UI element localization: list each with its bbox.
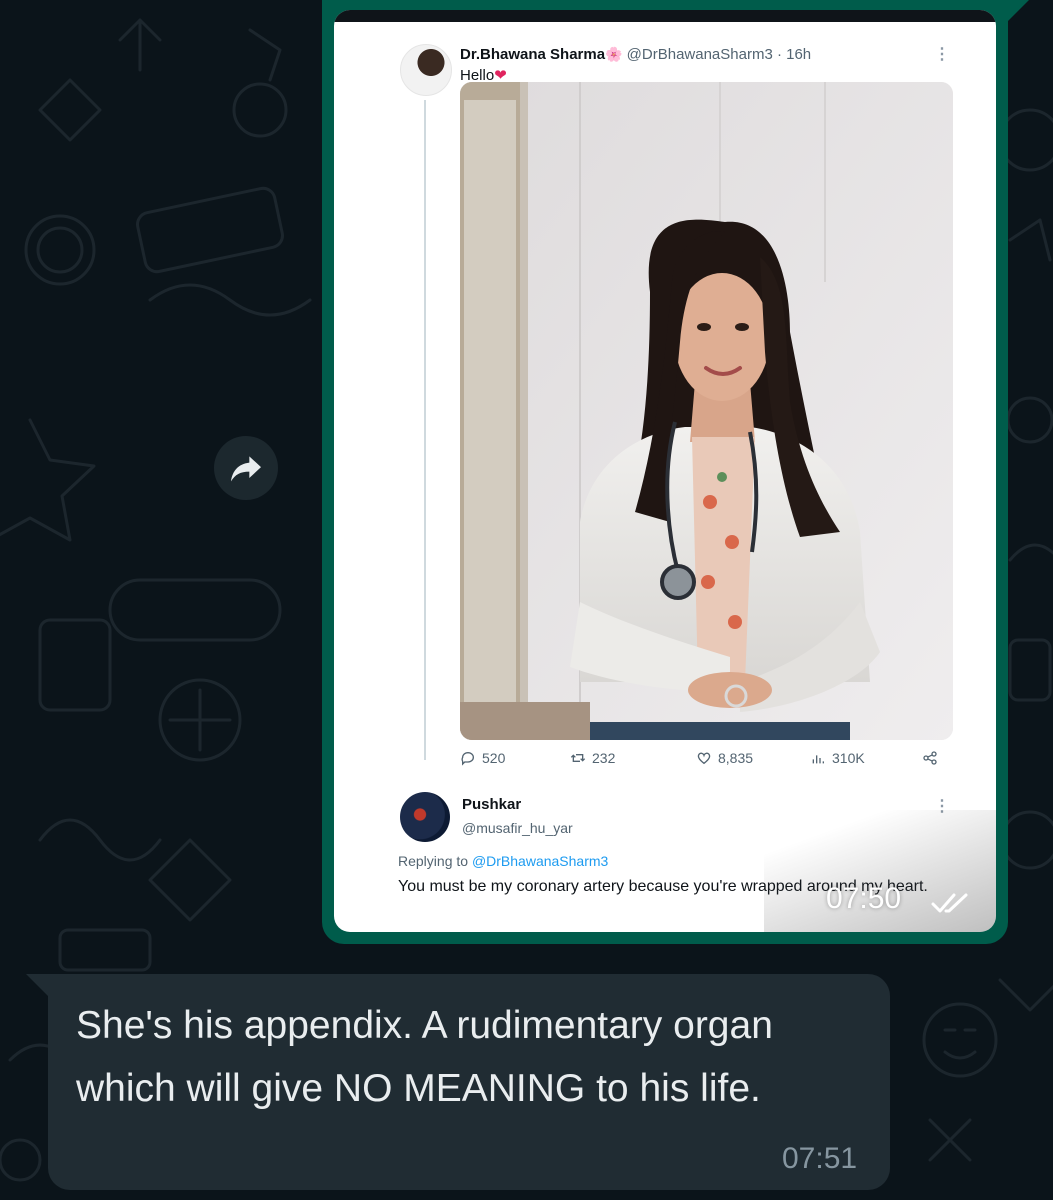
thread-line xyxy=(424,100,426,760)
retweet-count: 232 xyxy=(592,750,616,766)
reply-author-avatar xyxy=(400,792,450,842)
tweet-screenshot-image[interactable]: Dr.Bhawana Sharma🌸 @DrBhawanaSharm3 · 16… xyxy=(334,10,996,932)
views-count: 310K xyxy=(832,750,865,766)
screenshot-top-strip xyxy=(334,10,996,22)
incoming-message-text: She's his appendix. A rudimentary organ … xyxy=(76,1004,773,1110)
views-action[interactable]: 310K xyxy=(810,750,865,766)
photo-illustration xyxy=(460,82,953,740)
outgoing-bubble-tail xyxy=(1003,0,1029,26)
tweet-header: Dr.Bhawana Sharma🌸 @DrBhawanaSharm3 · 16… xyxy=(460,46,811,63)
tweet-actions: 520 232 8,835 310K xyxy=(460,750,950,772)
tweet-meta: @DrBhawanaSharm3 · 16h xyxy=(626,46,812,63)
like-action[interactable]: 8,835 xyxy=(696,750,753,766)
share-action[interactable] xyxy=(922,750,938,766)
tweet-author-avatar xyxy=(400,44,452,96)
share-icon xyxy=(923,751,937,765)
tweet-photo xyxy=(460,82,953,740)
incoming-message-time: 07:51 xyxy=(782,1142,858,1175)
reply-icon xyxy=(461,752,474,766)
forward-icon xyxy=(231,456,261,482)
outgoing-message-time: 07:50 xyxy=(826,882,902,915)
replying-to-line: Replying to @DrBhawanaSharm3 xyxy=(398,853,608,869)
views-icon xyxy=(812,755,824,764)
retweet-icon xyxy=(570,754,586,762)
reply-author-handle: @musafir_hu_yar xyxy=(462,820,573,836)
replying-to-label: Replying to xyxy=(398,853,469,869)
reply-count: 520 xyxy=(482,750,506,766)
reply-author-name: Pushkar xyxy=(462,796,522,813)
flower-emoji: 🌸 xyxy=(605,46,623,62)
tweet-author-name: Dr.Bhawana Sharma xyxy=(460,46,606,63)
replying-to-link[interactable]: @DrBhawanaSharm3 xyxy=(472,853,608,869)
like-count: 8,835 xyxy=(718,750,754,766)
forward-button[interactable] xyxy=(214,436,278,500)
heart-icon xyxy=(697,752,711,765)
retweet-action[interactable]: 232 xyxy=(570,750,615,766)
read-receipt-icon xyxy=(931,893,968,913)
reply-action[interactable]: 520 xyxy=(460,750,505,766)
tweet-more-icon: ⋮ xyxy=(934,46,950,63)
